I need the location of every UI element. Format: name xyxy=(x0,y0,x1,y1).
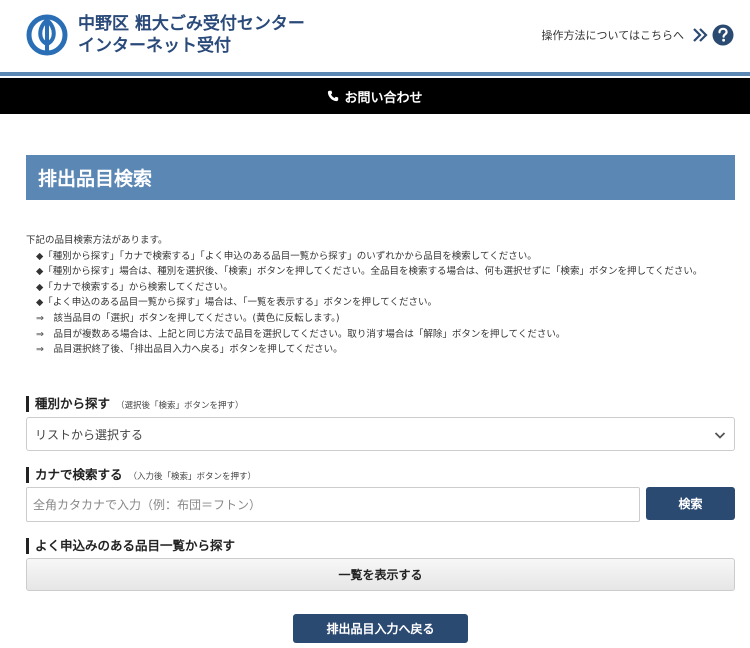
category-select-value: リストから選択する xyxy=(35,427,144,442)
contact-link[interactable]: お問い合わせ xyxy=(327,87,423,106)
help-link[interactable]: 操作方法についてはこちらへ xyxy=(542,24,734,46)
category-section-label: 種別から探す （選択後「検索」ボタンを押す） xyxy=(26,396,244,412)
instruction-line: ⇒ 品目が複数ある場合は、上記と同じ方法で品目を選択してください。取り消す場合は… xyxy=(36,328,566,340)
instruction-line: ◆「種別から探す」「カナで検索する」「よく申込のある品目一覧から探す」のいずれか… xyxy=(36,250,537,262)
contact-label: お問い合わせ xyxy=(344,90,423,106)
help-link-label: 操作方法についてはこちらへ xyxy=(541,29,684,42)
category-select[interactable]: リストから選択する xyxy=(26,417,735,451)
phone-icon xyxy=(328,90,339,102)
back-to-item-input-button[interactable]: 排出品目入力へ戻る xyxy=(293,614,468,643)
site-header: 中野区 粗大ごみ受付センター インターネット受付 操作方法についてはこちらへ xyxy=(0,0,750,72)
kana-search-button[interactable]: 検索 xyxy=(646,487,735,520)
instruction-line: ◆「カナで検索する」から検索してください。 xyxy=(36,281,233,293)
site-title-line2: インターネット受付 xyxy=(78,36,231,56)
question-circle-icon xyxy=(712,24,734,46)
popular-section-title: よく申込みのある品目一覧から探す xyxy=(35,538,236,553)
contact-bar[interactable]: お問い合わせ xyxy=(0,78,750,114)
double-chevron-right-icon xyxy=(693,28,708,42)
page-title: 排出品目検索 xyxy=(38,168,153,190)
show-list-button[interactable]: 一覧を表示する xyxy=(26,558,735,591)
instructions-intro: 下記の品目検索方法があります。 xyxy=(26,235,168,246)
kana-section-hint: （入力後「検索」ボタンを押す） xyxy=(128,472,257,482)
search-instructions: 下記の品目検索方法があります。 ◆「種別から探す」「カナで検索する」「よく申込の… xyxy=(26,233,735,358)
chevron-down-icon xyxy=(714,432,726,439)
kana-section-title: カナで検索する xyxy=(35,467,123,482)
category-section-title: 種別から探す xyxy=(35,396,111,411)
page-heading: 排出品目検索 xyxy=(26,155,735,200)
kana-section-label: カナで検索する （入力後「検索」ボタンを押す） xyxy=(26,467,256,483)
instruction-line: ◆「よく申込のある品目一覧から探す」場合は、「一覧を表示する」ボタンを押してくだ… xyxy=(36,297,437,309)
kana-search-input[interactable] xyxy=(26,487,640,522)
site-title-line1: 中野区 粗大ごみ受付センター xyxy=(78,14,305,34)
instruction-line: ⇒ 該当品目の「選択」ボタンを押してください。(黄色に反転します。) xyxy=(36,312,340,324)
category-section-hint: （選択後「検索」ボタンを押す） xyxy=(116,401,244,411)
nakano-ward-logo-icon[interactable] xyxy=(26,14,68,56)
site-title[interactable]: 中野区 粗大ごみ受付センター インターネット受付 xyxy=(78,13,305,57)
instruction-line: ◆「種別から探す」場合は、種別を選択後、「検索」ボタンを押してください。全品目を… xyxy=(36,266,703,278)
popular-section-label: よく申込みのある品目一覧から探す xyxy=(26,538,235,554)
instruction-line: ⇒ 品目選択終了後、「排出品目入力へ戻る」ボタンを押してください。 xyxy=(36,344,343,356)
